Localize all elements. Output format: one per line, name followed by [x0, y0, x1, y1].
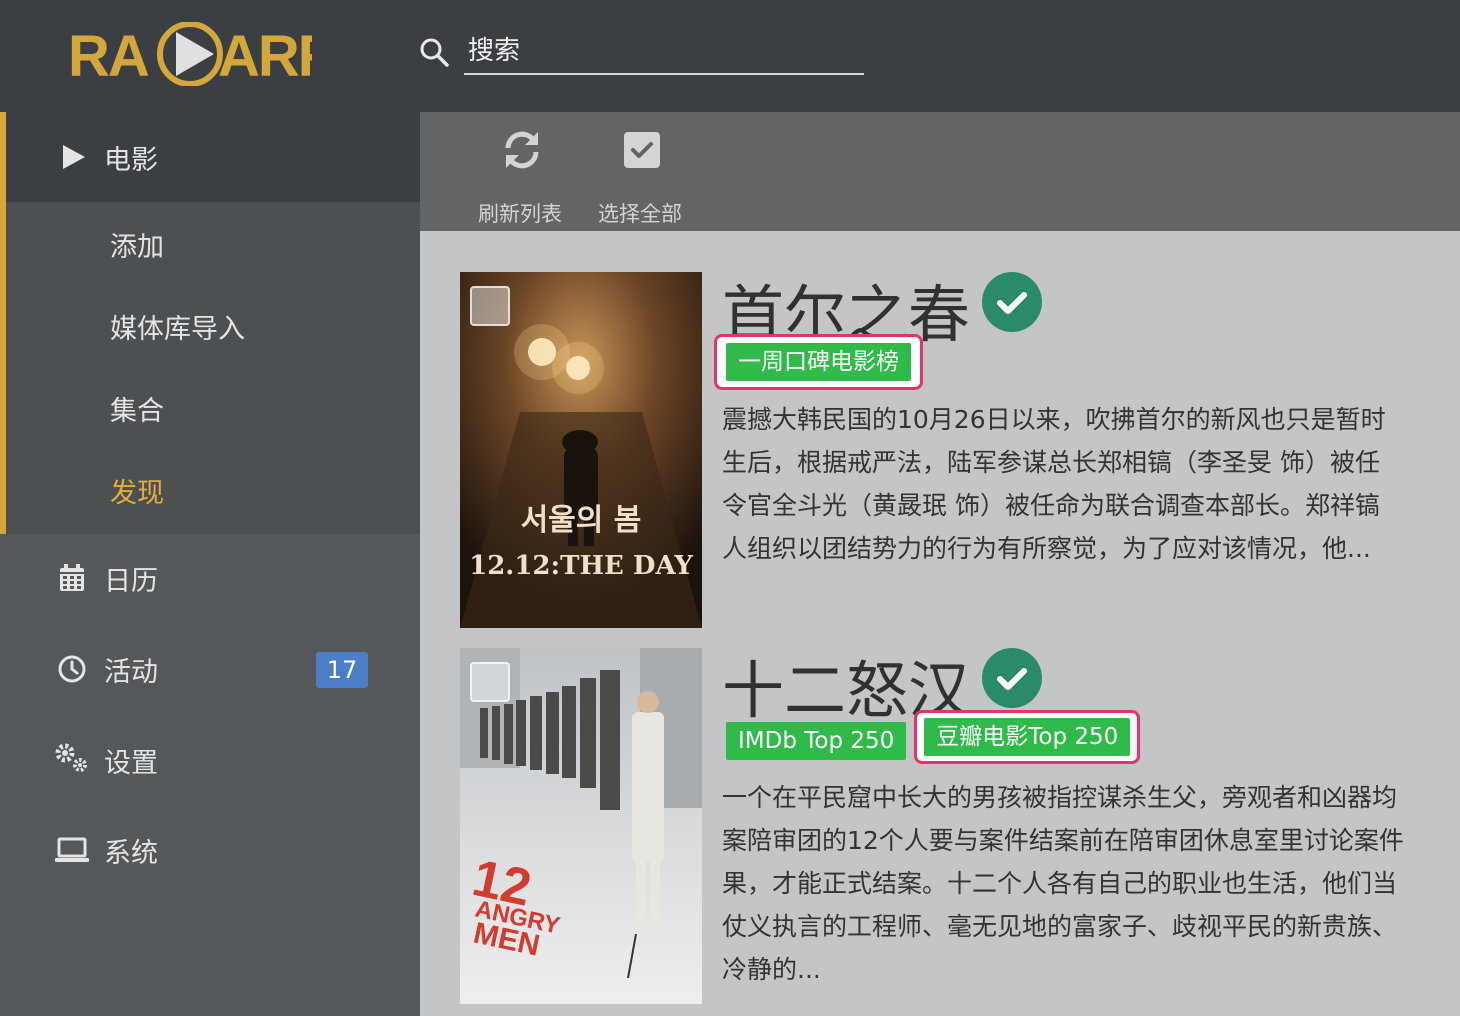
movie-card: 12 ANGRY MEN 十二怒汉 IMDb Top 250 豆瓣电影Top 2…: [460, 648, 1460, 1004]
overview-line: 仗义执言的工程师、毫无见地的富家子、歧视平民的新贵族、: [722, 912, 1398, 941]
sidebar-item-label: 日历: [104, 565, 158, 597]
play-icon: [58, 141, 90, 173]
sidebar-item-label: 系统: [104, 837, 158, 869]
sidebar-item-add[interactable]: 添加: [0, 224, 420, 264]
sidebar-item-activity[interactable]: 活动 17: [0, 649, 420, 689]
movie-tags: 一周口碑电影榜: [714, 334, 923, 390]
movie-tags: IMDb Top 250 豆瓣电影Top 250: [726, 710, 1141, 764]
list-tag: 豆瓣电影Top 250: [924, 718, 1131, 756]
top-header: RA ARR: [0, 0, 1460, 112]
clock-icon: [56, 653, 88, 685]
list-tag: 一周口碑电影榜: [726, 343, 911, 381]
sidebar-item-settings[interactable]: 设置: [0, 740, 420, 780]
overview-line: 果，才能正式结案。十二个人各有自己的职业也生活，他们当: [722, 869, 1398, 898]
list-tag: IMDb Top 250: [726, 722, 907, 760]
refresh-list-button[interactable]: 刷新列表: [460, 126, 580, 226]
sidebar: 电影 添加 媒体库导入 集合 发现 日历 活动 17 设置 系统: [0, 112, 420, 1016]
search-input[interactable]: [464, 28, 864, 75]
overview-line: 冷静的...: [722, 955, 821, 984]
select-checkbox[interactable]: [470, 662, 510, 702]
sidebar-item-collections[interactable]: 集合: [0, 388, 420, 428]
refresh-icon: [505, 131, 539, 169]
movie-poster[interactable]: 12 ANGRY MEN: [460, 648, 702, 1004]
radarr-logo[interactable]: RA ARR: [68, 22, 312, 86]
sidebar-item-label: 电影: [104, 145, 158, 176]
movie-card: 서울의 봄 12.12:THE DAY 首尔之春 一周口碑电影榜 震撼大韩民国的…: [460, 272, 1460, 628]
overview-line: 一个在平民窟中长大的男孩被指控谋杀生父，旁观者和凶器均: [722, 783, 1398, 812]
sidebar-item-discover[interactable]: 发现: [0, 470, 420, 510]
movie-overview: 一个在平民窟中长大的男孩被指控谋杀生父，旁观者和凶器均 案陪审团的12个人要与案…: [722, 776, 1460, 991]
select-checkbox[interactable]: [470, 286, 510, 326]
sidebar-item-calendar[interactable]: 日历: [0, 558, 420, 598]
search-icon: [420, 38, 449, 67]
sidebar-item-label: 集合: [110, 395, 164, 427]
svg-text:ARR: ARR: [218, 24, 312, 86]
check-circle-icon: [982, 648, 1042, 708]
refresh-list-label: 刷新列表: [478, 202, 562, 226]
sidebar-item-label: 添加: [110, 231, 164, 263]
activity-count-badge: 17: [316, 652, 368, 688]
checkbox-checked-icon: [624, 132, 660, 168]
overview-line: 人组织以团结势力的行为有所察觉，为了应对该情况，他...: [722, 534, 1371, 563]
discover-list: 서울의 봄 12.12:THE DAY 首尔之春 一周口碑电影榜 震撼大韩民国的…: [420, 231, 1460, 1016]
check-circle-icon: [982, 272, 1042, 332]
overview-line: 生后，根据戒严法，陆军参谋总长郑相镐（李圣旻 饰）被任: [722, 448, 1380, 477]
movie-overview: 震撼大韩民国的10月26日以来，吹拂首尔的新风也只是暂时 生后，根据戒严法，陆军…: [722, 398, 1460, 570]
select-all-label: 选择全部: [598, 202, 682, 226]
sidebar-item-system[interactable]: 系统: [0, 830, 420, 870]
poster-title-kr: 서울의 봄: [521, 503, 642, 538]
calendar-icon: [56, 562, 88, 594]
sidebar-item-label: 活动: [104, 656, 158, 688]
sidebar-item-label: 媒体库导入: [110, 313, 245, 345]
select-all-button[interactable]: 选择全部: [580, 126, 700, 226]
svg-text:RA: RA: [68, 24, 149, 86]
sidebar-item-label: 设置: [104, 747, 158, 779]
overview-line: 令官全斗光（黄晸珉 饰）被任命为联合调查本部长。郑祥镐: [722, 491, 1380, 520]
sidebar-item-label: 发现: [110, 477, 164, 509]
sidebar-item-library-import[interactable]: 媒体库导入: [0, 306, 420, 346]
laptop-icon: [54, 834, 90, 866]
poster-title-en: 12.12:THE DAY: [469, 551, 693, 581]
movie-poster[interactable]: 서울의 봄 12.12:THE DAY: [460, 272, 702, 628]
sidebar-item-movies[interactable]: 电影: [0, 112, 420, 202]
overview-line: 案陪审团的12个人要与案件结案前在陪审团休息室里讨论案件: [722, 826, 1404, 855]
toolbar: 刷新列表 选择全部: [420, 112, 1460, 231]
overview-line: 震撼大韩民国的10月26日以来，吹拂首尔的新风也只是暂时: [722, 405, 1386, 434]
gears-icon: [54, 742, 90, 774]
